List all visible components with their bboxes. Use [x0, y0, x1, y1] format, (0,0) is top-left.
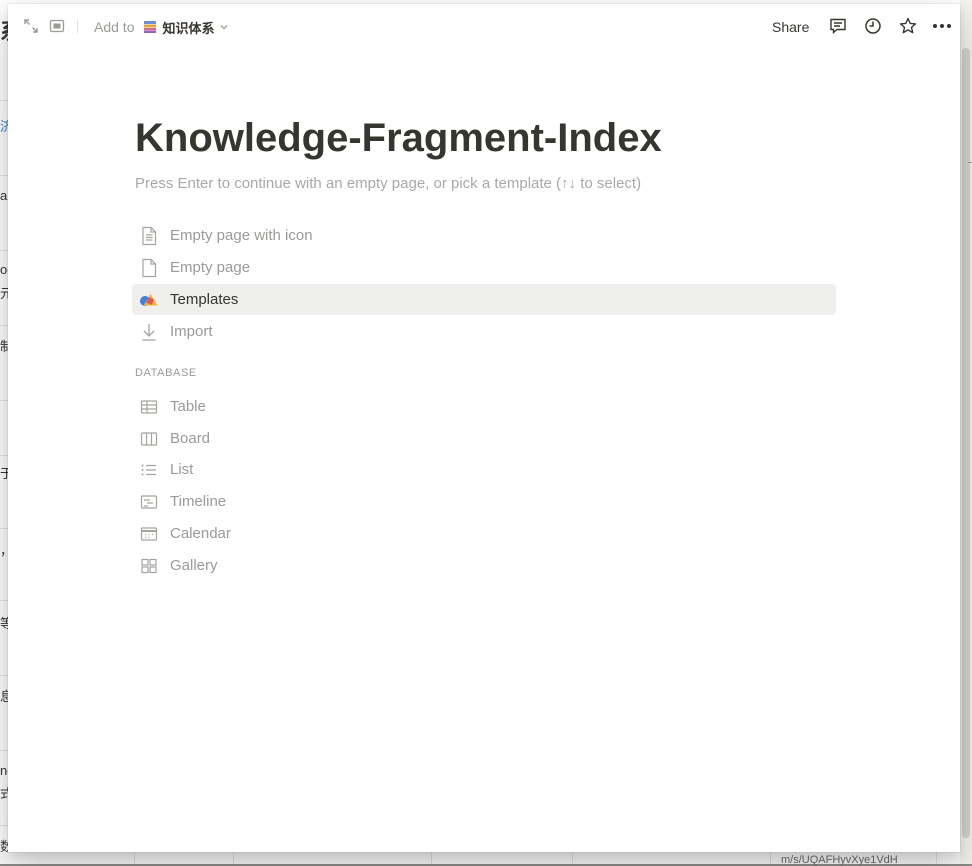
option-board[interactable]: Board: [132, 423, 836, 454]
option-label: Empty page with icon: [170, 227, 313, 244]
scrollbar-thumb[interactable]: [962, 48, 970, 838]
more-options-button[interactable]: [930, 14, 954, 38]
background-table-edge: m/s/UQAFHyvXye1VdH: [0, 852, 972, 866]
books-icon: [143, 20, 157, 34]
option-label: Empty page: [170, 259, 251, 276]
option-label: Import: [170, 323, 213, 340]
page-with-icon-icon: [138, 225, 160, 247]
option-empty-page[interactable]: Empty page: [132, 252, 836, 283]
add-to-workspace-selector[interactable]: Add to 知识体系: [94, 16, 229, 38]
clock-icon: [864, 17, 882, 35]
option-calendar[interactable]: Calendar: [132, 518, 836, 549]
star-icon: [899, 17, 917, 35]
page-icon: [138, 257, 160, 279]
option-label: Templates: [170, 291, 239, 308]
templates-icon: [138, 289, 160, 311]
option-label: Calendar: [170, 525, 231, 542]
share-button[interactable]: Share: [772, 16, 809, 38]
modal-topbar: Add to 知识体系 Share: [8, 4, 960, 48]
option-label: Timeline: [170, 493, 227, 510]
option-timeline[interactable]: Timeline: [132, 486, 836, 517]
topbar-divider: [77, 19, 78, 33]
option-gallery[interactable]: Gallery: [132, 550, 836, 581]
favorite-button[interactable]: [896, 14, 920, 38]
board-icon: [138, 428, 160, 450]
option-list[interactable]: List: [132, 454, 836, 485]
gallery-icon: [138, 555, 160, 577]
table-icon: [138, 396, 160, 418]
background-scrollbar[interactable]: [960, 0, 972, 864]
option-label: Board: [170, 430, 211, 447]
more-dots-icon: [932, 23, 952, 29]
option-label: List: [170, 461, 194, 478]
database-section-label: DATABASE: [135, 367, 197, 379]
list-icon: [138, 459, 160, 481]
option-import[interactable]: Import: [132, 316, 836, 347]
background-url-text: m/s/UQAFHyvXye1VdH: [781, 854, 898, 866]
calendar-icon: [138, 523, 160, 545]
chevron-down-icon: [219, 22, 229, 32]
comments-button[interactable]: [826, 14, 850, 38]
timeline-icon: [138, 491, 160, 513]
background-fragment: a: [0, 188, 8, 203]
comment-icon: [829, 17, 847, 35]
peek-mode-button[interactable]: [45, 14, 69, 38]
add-to-label: Add to: [94, 19, 135, 35]
updates-button[interactable]: [861, 14, 885, 38]
option-empty-page-with-icon[interactable]: Empty page with icon: [132, 220, 836, 251]
center-peek-icon: [49, 18, 65, 34]
option-templates[interactable]: Templates: [132, 284, 836, 315]
workspace-name: 知识体系: [162, 21, 215, 37]
page-title[interactable]: Knowledge-Fragment-Index: [135, 114, 855, 162]
option-label: Gallery: [170, 557, 218, 574]
option-label: Table: [170, 398, 206, 415]
page-hint: Press Enter to continue with an empty pa…: [135, 175, 642, 192]
open-as-page-button[interactable]: [19, 14, 43, 38]
expand-arrows-icon: [23, 18, 39, 34]
new-page-modal: Add to 知识体系 Share Knowledge-Fragment-Ind…: [8, 4, 960, 852]
option-table[interactable]: Table: [132, 391, 836, 422]
import-icon: [138, 321, 160, 343]
